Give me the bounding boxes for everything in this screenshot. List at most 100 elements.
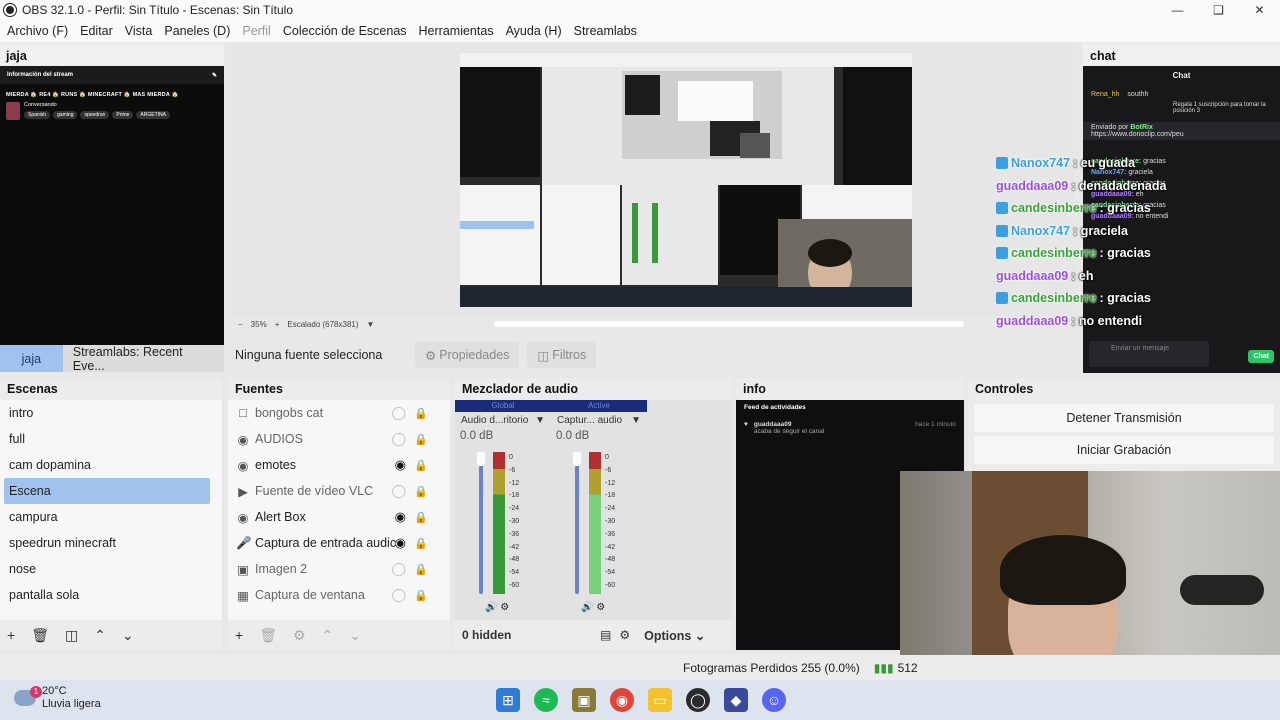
eye-icon[interactable]: ◉ [395,509,406,525]
monitor-icon[interactable]: ⚙ [596,602,605,613]
tag[interactable]: Spanish [24,111,51,119]
scene-item[interactable]: campura [0,504,222,530]
stop-streaming-button[interactable]: Detener Transmisión [974,404,1274,432]
file-explorer-icon[interactable]: ▭ [648,688,672,712]
menu-streamlabs[interactable]: Streamlabs [574,24,637,38]
chrome-icon[interactable]: ◉ [610,688,634,712]
tag[interactable]: gaming [53,111,78,119]
source-properties-icon[interactable]: ⚙ [293,627,306,644]
discord-icon[interactable]: ☺ [762,688,786,712]
tab-streamlabs-recent-events[interactable]: Streamlabs: Recent Eve... [62,345,224,373]
zoom-in-button[interactable]: + [275,320,280,329]
lock-icon[interactable]: 🔒 [414,459,428,472]
remove-scene-icon[interactable]: 🗑 [31,627,49,644]
hidden-count[interactable]: 0 hidden [462,628,592,642]
weather-widget[interactable]: 1 20°C Lluvia ligera [14,685,101,711]
streamlabs-icon[interactable]: ◆ [724,688,748,712]
scaling-dropdown-icon[interactable]: ▼ [367,320,375,329]
source-item[interactable]: □ bongobs cat ◯ 🔒 [228,400,450,426]
menu-editar[interactable]: Editar [80,24,113,38]
spotify-icon[interactable]: ≈ [534,688,558,712]
source-item[interactable]: ◉ AUDIOS ◯ 🔒 [228,426,450,452]
chat-send-button[interactable]: Chat [1248,350,1274,363]
lock-icon[interactable]: 🔒 [414,589,428,602]
hidden-eye-icon[interactable]: ◯ [391,561,406,577]
feed-item[interactable]: ♥ guaddaaa09 acaba de seguir el canal ha… [736,415,964,441]
lock-icon[interactable]: 🔒 [414,537,428,550]
pinned-link[interactable]: https://www.donoclip.com/peu [1091,131,1272,138]
eye-icon[interactable]: ◉ [395,535,406,551]
maximize-icon[interactable]: ❑ [1198,0,1239,20]
options-button[interactable]: Options ⌄ [644,628,705,643]
zoom-out-button[interactable]: − [238,320,243,329]
scene-item[interactable]: intro [0,400,222,426]
source-item[interactable]: ▶ Fuente de vídeo VLC ◯ 🔒 [228,478,450,504]
close-icon[interactable]: ✕ [1239,0,1280,20]
volume-slider[interactable] [477,452,485,594]
tag[interactable]: speedrun [80,111,110,119]
menu-ayuda[interactable]: Ayuda (H) [506,24,562,38]
move-up-icon[interactable]: ⌃ [94,627,106,644]
move-up-icon[interactable]: ⌃ [322,627,334,644]
scene-item[interactable]: speedrun minecraft [0,530,222,556]
lock-icon[interactable]: 🔒 [414,563,428,576]
tag[interactable]: Prime [112,111,134,119]
lock-icon[interactable]: 🔒 [414,511,428,524]
move-down-icon[interactable]: ⌄ [122,627,134,644]
source-item[interactable]: ▦ Captura de ventana ◯ 🔒 [228,582,450,608]
scene-item[interactable]: pantalla sola [0,582,222,608]
hidden-eye-icon[interactable]: ◯ [391,431,406,447]
preview-scrollbar[interactable] [494,321,964,327]
add-scene-icon[interactable]: + [7,627,15,643]
remove-source-icon[interactable]: 🗑 [259,627,277,644]
dropped-frames: Fotogramas Perdidos 255 (0.0%) [683,660,860,675]
hidden-eye-icon[interactable]: ◯ [391,405,406,421]
menu-paneles[interactable]: Paneles (D) [164,24,230,38]
tag[interactable]: ARGETINA [136,111,170,119]
scene-item-active[interactable]: Escena [4,478,210,504]
menu-archivo[interactable]: Archivo (F) [7,24,68,38]
menu-coleccion-escenas[interactable]: Colección de Escenas [283,24,407,38]
eye-icon[interactable]: ◉ [395,457,406,473]
speaker-icon[interactable]: 🔊 [581,602,593,613]
channel-name[interactable]: Audio d...ritorio ▼ [455,415,551,426]
volume-slider[interactable] [573,452,581,594]
mixer-settings-icon[interactable]: ⚙ [619,628,630,642]
source-item[interactable]: ◉ Alert Box ◉ 🔒 [228,504,450,530]
edit-icon[interactable]: ✎ [212,72,217,79]
hidden-eye-icon[interactable]: ◯ [391,587,406,603]
scene-item[interactable]: cam dopamina [0,452,222,478]
scene-item[interactable]: full [0,426,222,452]
properties-button[interactable]: ⚙ Propiedades [415,342,520,368]
filters-button[interactable]: ◫ Filtros [527,342,597,368]
menu-perfil[interactable]: Perfil [242,24,270,38]
minimize-icon[interactable]: — [1157,0,1198,20]
move-down-icon[interactable]: ⌄ [349,627,361,644]
layout-icon[interactable]: ▤ [600,628,611,642]
lock-icon[interactable]: 🔒 [414,433,428,446]
volume-knob[interactable] [477,452,485,466]
speaker-icon[interactable]: 🔊 [485,602,497,613]
preview-area[interactable] [230,43,1074,316]
start-recording-button[interactable]: Iniciar Grabación [974,436,1274,464]
chat-input[interactable]: Enviar un mensaje [1089,341,1209,367]
windows-start-icon[interactable]: ⊞ [496,688,520,712]
monitor-icon[interactable]: ⚙ [500,602,509,613]
obs-icon[interactable]: ◯ [686,688,710,712]
scene-filters-icon[interactable]: ◫ [65,627,78,644]
source-item[interactable]: ▣ Imagen 2 ◯ 🔒 [228,556,450,582]
source-item[interactable]: ◉ emotes ◉ 🔒 [228,452,450,478]
hidden-eye-icon[interactable]: ◯ [391,483,406,499]
lock-icon[interactable]: 🔒 [414,485,428,498]
add-source-icon[interactable]: + [235,627,243,643]
source-item[interactable]: 🎤 Captura de entrada audic ◉ 🔒 [228,530,450,556]
menu-vista[interactable]: Vista [125,24,153,38]
scene-item[interactable]: nose [0,556,222,582]
channel-name[interactable]: Captur... audio ▼ [551,415,647,426]
volume-knob[interactable] [573,452,581,466]
minecraft-icon[interactable]: ▣ [572,688,596,712]
lock-icon[interactable]: 🔒 [414,407,428,420]
tab-jaja[interactable]: jaja [0,345,63,372]
menu-herramientas[interactable]: Herramientas [419,24,494,38]
preview-canvas[interactable] [460,53,912,307]
